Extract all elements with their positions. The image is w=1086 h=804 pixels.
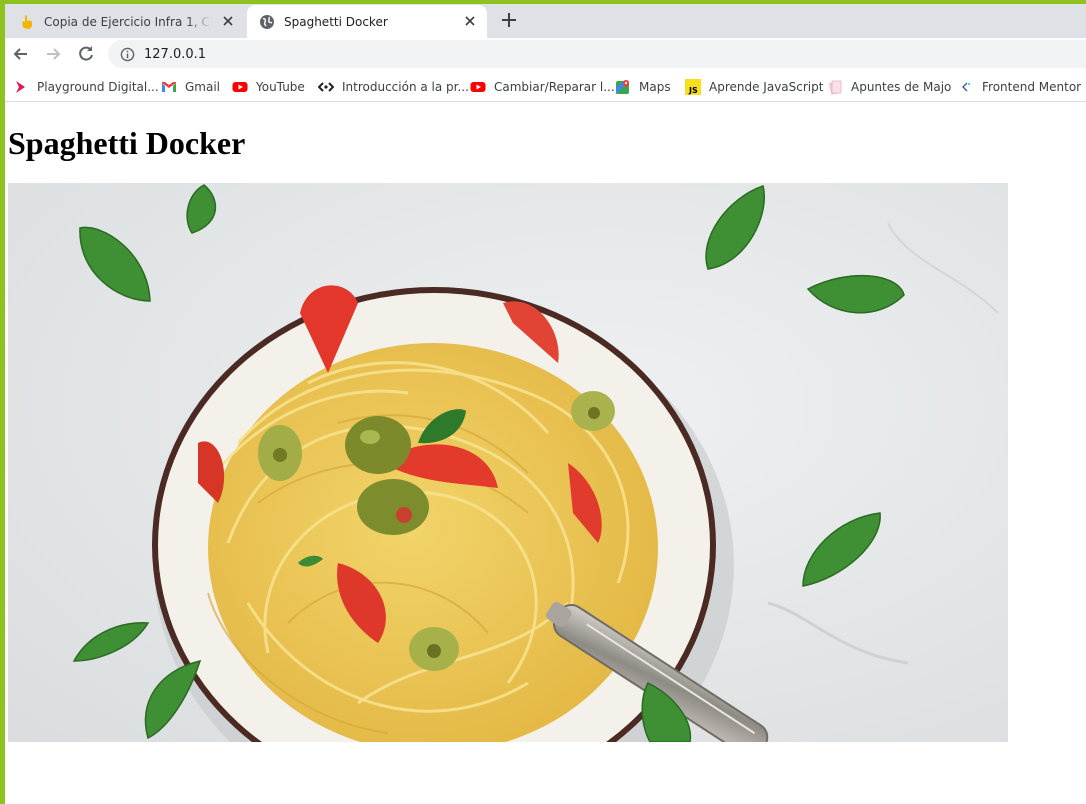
back-arrow-icon[interactable] <box>11 44 31 64</box>
youtube-icon <box>232 82 248 92</box>
reload-icon[interactable] <box>76 44 96 64</box>
bookmark-gmail[interactable]: Gmail <box>161 78 220 96</box>
youtube-icon <box>470 82 486 92</box>
bookmark-introduccion[interactable]: Introducción a la pr... <box>318 78 469 96</box>
bookmark-frontend-mentor[interactable]: Frontend Mentor |... <box>958 78 1086 96</box>
browser-toolbar: 127.0.0.1 <box>5 38 1086 70</box>
bookmark-maps[interactable]: Maps <box>615 78 671 96</box>
page-title: Spaghetti Docker <box>8 125 246 161</box>
frontend-mentor-icon <box>962 82 971 92</box>
js-icon: JS <box>685 79 701 95</box>
close-icon[interactable] <box>221 14 235 28</box>
address-bar[interactable]: 127.0.0.1 <box>108 40 1086 68</box>
bookmarks-bar: Playground Digital... Gmail YouTube Intr… <box>5 70 1086 102</box>
tab-ejercicio[interactable]: Copia de Ejercicio Infra 1, Clase 1 <box>5 5 245 38</box>
bookmark-playground[interactable]: Playground Digital... <box>13 78 159 96</box>
bookmark-apuntes-majo[interactable]: Apuntes de Majo <box>827 78 951 96</box>
bookmark-cambiar-reparar[interactable]: Cambiar/Reparar l... <box>470 78 615 96</box>
code-icon <box>318 82 334 92</box>
page-content: Spaghetti Docker <box>5 103 1086 804</box>
notes-icon <box>828 80 842 95</box>
bookmark-youtube[interactable]: YouTube <box>232 78 305 96</box>
hand-icon <box>22 14 32 29</box>
forward-arrow-icon[interactable] <box>43 44 63 64</box>
info-icon[interactable] <box>120 47 135 62</box>
tab-spaghetti-docker[interactable]: Spaghetti Docker <box>247 5 487 38</box>
tab-strip: Copia de Ejercicio Infra 1, Clase 1 Spag… <box>5 4 1086 38</box>
gmail-icon <box>162 82 176 92</box>
new-tab-plus-icon[interactable] <box>499 10 519 30</box>
tab-title: Copia de Ejercicio Infra 1, Clase 1 <box>44 14 212 29</box>
svg-text:JS: JS <box>688 86 698 95</box>
playground-icon <box>16 81 25 93</box>
maps-icon <box>616 80 629 94</box>
globe-icon <box>260 14 274 29</box>
spaghetti-plate-photo <box>8 183 1008 742</box>
browser-window: Copia de Ejercicio Infra 1, Clase 1 Spag… <box>5 4 1086 804</box>
url-text: 127.0.0.1 <box>144 46 207 62</box>
bookmark-aprende-javascript[interactable]: JS Aprende JavaScript <box>685 78 823 96</box>
tab-title: Spaghetti Docker <box>284 14 388 29</box>
close-icon[interactable] <box>463 14 477 28</box>
